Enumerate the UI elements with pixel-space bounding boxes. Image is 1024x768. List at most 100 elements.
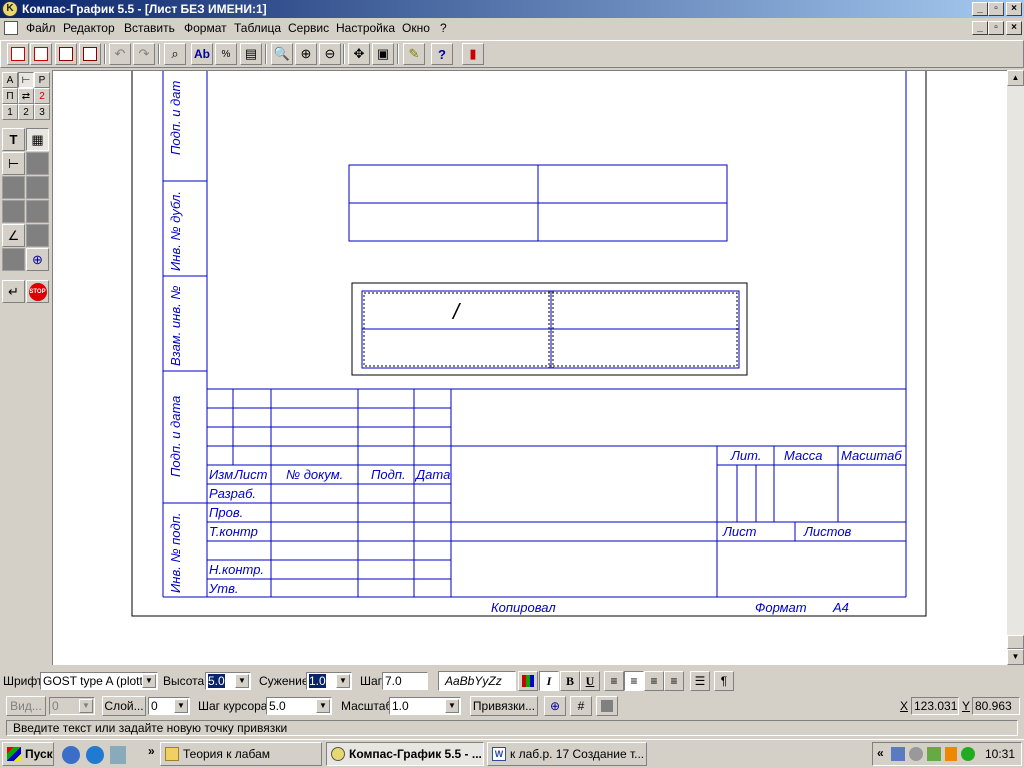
paragraph-button[interactable]: ¶ (714, 671, 734, 691)
align-right-icon[interactable]: ≡ (644, 671, 664, 691)
menu-editor[interactable]: Редактор (63, 21, 115, 35)
vertical-scrollbar[interactable]: ▲ ▼ (1007, 70, 1024, 665)
layer-button[interactable]: Слой... (102, 696, 146, 716)
zoom-all-icon[interactable]: ▣ (372, 43, 394, 65)
narrow-select[interactable]: 1.0 ▼ (306, 672, 352, 690)
dimension-tool-icon[interactable]: ⊢ (2, 152, 25, 175)
zoom-out-icon[interactable]: ⊖ (319, 43, 341, 65)
align-center-icon[interactable]: ≡ (624, 671, 644, 691)
snap-point-icon[interactable]: ⊕ (26, 248, 49, 271)
pencil-icon[interactable]: ✎ (403, 43, 425, 65)
menu-window[interactable]: Окно (402, 21, 430, 35)
color-icon[interactable] (518, 671, 538, 691)
cursor-step-select[interactable]: 5.0 ▼ (266, 697, 332, 715)
chevron-down-icon[interactable]: ▼ (445, 699, 459, 713)
tab-measure-mode[interactable]: ⇄ (18, 88, 34, 104)
chevron-down-icon[interactable]: ▼ (174, 699, 188, 713)
doc-minimize-button[interactable]: _ (972, 21, 988, 35)
view-button[interactable]: Вид... (6, 696, 46, 716)
step-input[interactable]: 7.0 (382, 672, 428, 690)
chevron-down-icon[interactable]: ▼ (336, 674, 350, 688)
grid-icon[interactable]: # (570, 696, 592, 716)
chevron-down-icon[interactable]: ▼ (79, 699, 93, 713)
spell-check-icon[interactable]: Ab (191, 43, 213, 65)
outlook-icon[interactable] (86, 746, 104, 764)
new-fragment-icon[interactable] (30, 43, 52, 65)
stop-icon[interactable]: STOP (26, 280, 49, 303)
close-button[interactable]: × (1006, 2, 1022, 16)
redo-icon[interactable]: ↷ (133, 43, 155, 65)
chevron-down-icon[interactable]: ▼ (316, 699, 330, 713)
doc-restore-button[interactable]: ▫ (988, 21, 1004, 35)
doc-close-button[interactable]: × (1006, 21, 1022, 35)
task-theory-folder[interactable]: Теория к лабам (160, 742, 322, 766)
scroll-down-icon[interactable]: ▼ (1007, 649, 1024, 665)
tray-expand-icon[interactable]: « (877, 746, 884, 760)
align-left-icon[interactable]: ≡ (604, 671, 624, 691)
enter-object-icon[interactable]: ↵ (2, 280, 25, 303)
antivirus-icon[interactable] (927, 747, 941, 761)
quicklaunch-more-icon[interactable]: » (148, 744, 155, 758)
undo-icon[interactable]: ↶ (109, 43, 131, 65)
drawing-canvas[interactable]: Подп. и дат Инв. № дубл. Взам. инв. № По… (52, 70, 1007, 665)
menu-help[interactable]: ? (440, 21, 447, 35)
tab-edit-mode[interactable]: Р (34, 72, 50, 88)
menu-table[interactable]: Таблица (234, 21, 281, 35)
underline-button[interactable]: U (580, 671, 600, 691)
scale-select[interactable]: 1.0 ▼ (389, 697, 461, 715)
menu-insert[interactable]: Вставить (124, 21, 175, 35)
clover-icon[interactable] (961, 747, 975, 761)
page-2-button[interactable]: 2 (18, 104, 34, 120)
menu-format[interactable]: Формат (184, 21, 227, 35)
percent-icon[interactable]: % (215, 43, 237, 65)
maximize-button[interactable]: ▫ (988, 2, 1004, 16)
new-sheet-icon[interactable] (7, 43, 29, 65)
kompas-app-icon[interactable]: K (2, 1, 18, 17)
task-kompas[interactable]: Компас-График 5.5 - ... (326, 742, 484, 766)
page-1-button[interactable]: 1 (2, 104, 18, 120)
document-icon[interactable] (4, 21, 18, 35)
desktop-icon[interactable] (110, 746, 126, 764)
table-tool-icon[interactable]: ▦ (26, 128, 49, 151)
tab-param-mode[interactable]: П (2, 88, 18, 104)
menu-file[interactable]: Файл (26, 21, 56, 35)
align-justify-icon[interactable]: ≡ (664, 671, 684, 691)
list-icon[interactable]: ☰ (690, 671, 710, 691)
chevron-down-icon[interactable]: ▼ (142, 674, 156, 688)
task-word-doc[interactable]: W к лаб.р. 17 Создание т... (487, 742, 647, 766)
ie-icon[interactable] (62, 746, 80, 764)
volume-icon[interactable] (909, 747, 923, 761)
text-tool-icon[interactable]: T (2, 128, 25, 151)
font-select[interactable]: GOST type A (plotte ▼ (40, 672, 158, 690)
network-icon[interactable] (891, 747, 905, 761)
start-button[interactable]: Пуск (2, 742, 54, 766)
print-icon[interactable]: ▤ (240, 43, 262, 65)
tab-select-mode[interactable]: 2 (34, 88, 50, 104)
menu-settings[interactable]: Настройка (336, 21, 395, 35)
chevron-down-icon[interactable]: ▼ (235, 674, 249, 688)
view-select[interactable]: 0 ▼ (49, 697, 95, 715)
scroll-thumb[interactable] (1007, 635, 1024, 649)
zoom-icon[interactable]: 🔍 (271, 43, 293, 65)
open-icon[interactable] (55, 43, 77, 65)
snap-settings-icon[interactable]: ⊕ (544, 696, 566, 716)
layer-select[interactable]: 0 ▼ (148, 697, 190, 715)
height-select[interactable]: 5.0 ▼ (205, 672, 251, 690)
tab-dimension-mode[interactable]: ⊢ (18, 72, 34, 88)
minimize-button[interactable]: _ (972, 2, 988, 16)
context-help-icon[interactable]: ? (431, 43, 453, 65)
preview-icon[interactable]: ⌕ (164, 43, 186, 65)
tray-app-icon[interactable] (945, 747, 957, 761)
zoom-in-icon[interactable]: ⊕ (295, 43, 317, 65)
exit-icon[interactable]: ▮ (462, 43, 484, 65)
menu-service[interactable]: Сервис (288, 21, 329, 35)
save-icon[interactable] (79, 43, 101, 65)
tab-text-mode[interactable]: А (2, 72, 18, 88)
pan-icon[interactable]: ✥ (348, 43, 370, 65)
bold-button[interactable]: B (560, 671, 580, 691)
snaps-button[interactable]: Привязки... (470, 696, 538, 716)
leader-tool-icon[interactable]: ∠ (2, 224, 25, 247)
italic-button[interactable]: I (539, 671, 559, 691)
page-3-button[interactable]: 3 (34, 104, 50, 120)
ortho-icon[interactable] (596, 696, 618, 716)
